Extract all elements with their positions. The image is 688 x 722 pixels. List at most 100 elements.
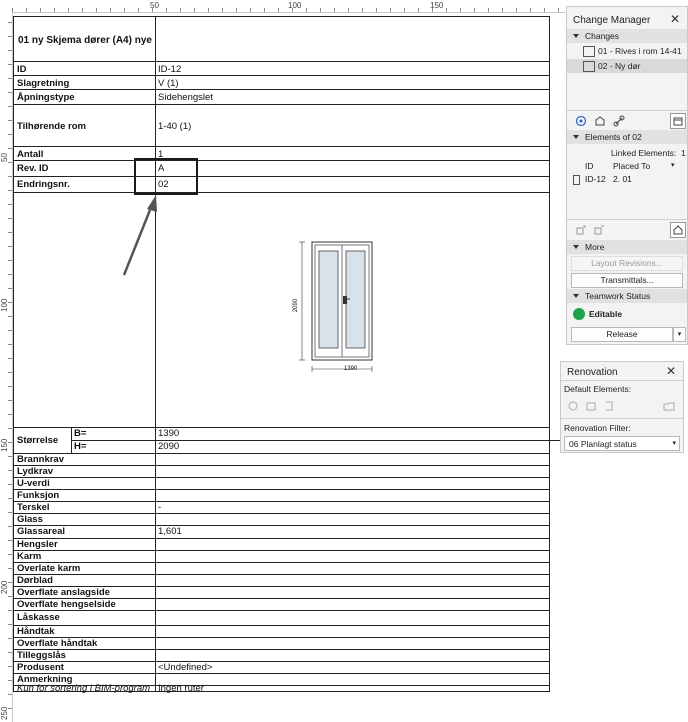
more-section-header[interactable]: More	[567, 240, 687, 254]
more-header-label: More	[585, 242, 605, 252]
changes-section-header[interactable]: Changes	[567, 29, 687, 43]
ruler-label-left-150: 150	[0, 438, 9, 452]
ruler-tick	[390, 8, 391, 12]
ruler-tick	[474, 8, 475, 12]
ruler-label-left-100: 100	[0, 298, 9, 312]
ruler-tick	[530, 8, 531, 12]
layout-revisions-button[interactable]: Layout Revisions...	[571, 256, 683, 271]
row-label-storrelse: Størrelse	[17, 435, 59, 446]
elements-header-label: Elements of 02	[585, 132, 642, 142]
ruler-tick	[8, 540, 12, 541]
ruler-tick	[8, 624, 12, 625]
release-button[interactable]: Release	[571, 327, 673, 342]
row-label-h: H=	[74, 441, 87, 452]
ruler-tick	[152, 8, 153, 12]
ruler-tick	[306, 8, 307, 12]
ruler-tick	[8, 232, 12, 233]
ruler-tick	[8, 358, 12, 359]
row-label-b: B=	[74, 428, 87, 439]
ruler-tick	[8, 526, 12, 527]
ruler-tick	[8, 372, 12, 373]
row-label: Overflate hengselside	[17, 598, 116, 610]
folder-icon[interactable]	[663, 400, 675, 412]
element-id: ID-12	[585, 174, 606, 184]
status-indicator-icon	[573, 308, 585, 320]
chevron-down-icon: ▾	[672, 440, 676, 447]
sort-chevron-icon[interactable]: ▾	[671, 159, 675, 173]
demolished-element-icon[interactable]	[585, 400, 597, 412]
renovation-filter-select[interactable]: 06 Planlagt status ▾	[564, 436, 680, 451]
ruler-tick	[8, 36, 12, 37]
transmittals-button[interactable]: Transmittals...	[571, 273, 683, 288]
ruler-tick	[8, 162, 12, 163]
ruler-tick	[8, 554, 12, 555]
collapse-triangle-icon	[573, 34, 579, 39]
archive-button[interactable]	[670, 113, 686, 129]
remove-element-icon[interactable]	[593, 224, 605, 236]
row-label-slagretning: Slagretning	[17, 78, 70, 89]
ruler-tick	[544, 8, 545, 12]
release-dropdown-icon[interactable]: ▾	[673, 327, 686, 342]
ruler-tick	[8, 22, 12, 23]
ruler-tick	[166, 8, 167, 12]
ruler-tick	[446, 8, 447, 12]
ruler-tick	[8, 666, 12, 667]
column-header-placed-to[interactable]: Placed To	[613, 159, 650, 173]
close-icon[interactable]: ✕	[670, 12, 680, 26]
ruler-tick	[8, 106, 12, 107]
row-label-antall: Antall	[17, 149, 44, 160]
elements-section-header[interactable]: Elements of 02	[567, 130, 687, 144]
row-value-apningstype: Sidehengslet	[158, 92, 213, 103]
ruler-tick	[8, 92, 12, 93]
column-header-id[interactable]: ID	[585, 159, 594, 173]
ruler-tick	[516, 8, 517, 12]
ruler-tick	[264, 8, 265, 12]
ruler-tick	[8, 78, 12, 79]
ruler-tick	[8, 428, 12, 429]
existing-element-icon[interactable]	[567, 400, 579, 412]
ruler-tick	[418, 8, 419, 12]
change-item-label: 02 - Ny dør	[598, 61, 641, 71]
ruler-tick	[8, 330, 12, 331]
row-label-id: ID	[17, 64, 27, 75]
ruler-tick	[8, 456, 12, 457]
ruler-tick	[348, 8, 349, 12]
issue-icon[interactable]	[594, 115, 606, 127]
ruler-tick	[180, 8, 181, 12]
ruler-tick	[8, 610, 12, 611]
row-value-h: 2090	[158, 441, 180, 452]
ruler-tick	[250, 8, 251, 12]
row-label-apningstype: Åpningstype	[17, 92, 75, 103]
ruler-tick	[54, 8, 55, 12]
left-ruler: 50 100 150 200 250	[0, 12, 13, 722]
ruler-tick	[488, 8, 489, 12]
ruler-tick	[236, 8, 237, 12]
close-icon[interactable]: ✕	[666, 364, 676, 378]
link-icon[interactable]	[613, 115, 625, 127]
ruler-tick	[82, 8, 83, 12]
select-elements-button[interactable]	[670, 222, 686, 238]
change-settings-icon[interactable]	[575, 115, 587, 127]
ruler-tick	[8, 218, 12, 219]
new-element-icon[interactable]	[603, 400, 615, 412]
change-item-01[interactable]: 01 - Rives i rom 14-41	[567, 44, 687, 58]
change-item-02[interactable]: 02 - Ny dør	[567, 59, 687, 73]
ruler-tick	[320, 8, 321, 12]
add-element-icon[interactable]	[575, 224, 587, 236]
ruler-tick	[8, 638, 12, 639]
ruler-label-100: 100	[288, 1, 302, 10]
ruler-tick	[376, 8, 377, 12]
ruler-tick	[8, 316, 12, 317]
linked-elements-label: Linked Elements:	[611, 148, 677, 158]
ruler-tick	[8, 246, 12, 247]
ruler-tick	[8, 680, 12, 681]
row-value-b: 1390	[158, 428, 180, 439]
top-ruler: 50 100 150	[0, 0, 565, 13]
ruler-label-left-50: 50	[0, 153, 9, 162]
ruler-tick	[502, 8, 503, 12]
row-value: Ingen ruter	[158, 682, 204, 694]
collapse-triangle-icon	[573, 294, 579, 299]
change-icon	[583, 61, 595, 73]
teamwork-section-header[interactable]: Teamwork Status	[567, 289, 687, 303]
change-toolbar	[567, 110, 687, 131]
